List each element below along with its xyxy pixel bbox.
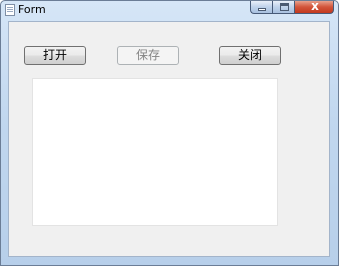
form-window: Form x 打开 保存 关闭 — [0, 0, 339, 266]
form-app-icon[interactable] — [5, 4, 15, 16]
maximize-button[interactable] — [272, 1, 294, 14]
close-window-button[interactable]: x — [294, 1, 334, 14]
title-bar[interactable]: Form x — [1, 1, 338, 20]
save-button: 保存 — [117, 46, 179, 65]
caption-buttons: x — [250, 1, 334, 14]
open-button[interactable]: 打开 — [24, 46, 86, 65]
maximize-icon — [280, 3, 289, 11]
close-icon: x — [311, 0, 319, 13]
text-area[interactable] — [32, 78, 278, 226]
close-button[interactable]: 关闭 — [219, 46, 281, 65]
minimize-icon — [258, 8, 266, 11]
minimize-button[interactable] — [250, 1, 272, 14]
form-client-area: 打开 保存 关闭 — [8, 21, 330, 257]
window-title: Form — [18, 3, 46, 16]
